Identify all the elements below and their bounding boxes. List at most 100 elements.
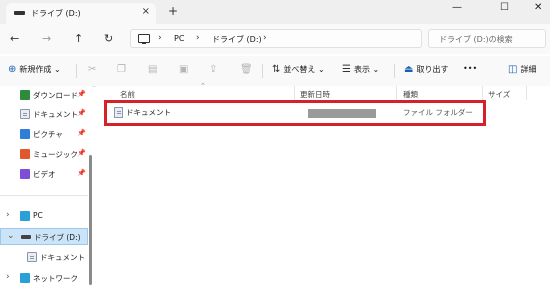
sort-caret-icon: ⌃ <box>200 82 206 90</box>
column-divider[interactable] <box>482 86 483 100</box>
pin-icon: 📌 <box>77 149 86 157</box>
documents-icon <box>20 109 30 119</box>
view-icon: ☰ <box>342 64 351 75</box>
plus-circle-icon: ⊕ <box>8 64 17 75</box>
back-button[interactable]: ← <box>10 32 19 45</box>
title-bar: ドライブ (D:) × + — ☐ ✕ <box>0 0 550 24</box>
tab-drive-d[interactable]: ドライブ (D:) × <box>6 3 156 24</box>
column-divider[interactable] <box>526 86 527 100</box>
chevron-right-icon[interactable]: › <box>6 210 10 220</box>
sort-label: 並べ替え <box>283 65 316 74</box>
details-button[interactable]: ◫ 詳細 <box>508 64 536 75</box>
divider <box>262 64 263 78</box>
view-label: 表示 <box>353 65 370 74</box>
column-modified[interactable]: 更新日時 <box>300 89 330 100</box>
tab-title: ドライブ (D:) <box>31 9 81 18</box>
sidebar-item-label: ピクチャ <box>33 130 63 139</box>
sidebar-item-drive-d[interactable]: ⌄ ドライブ (D:) <box>0 228 88 245</box>
eject-button[interactable]: ⏏ 取り出す <box>404 64 448 75</box>
download-icon <box>20 90 30 100</box>
chevron-down-icon[interactable]: ⌄ <box>7 231 15 241</box>
sidebar-item-pc[interactable]: › PC <box>0 208 88 225</box>
column-divider[interactable] <box>396 86 397 100</box>
pin-icon: 📌 <box>77 129 86 137</box>
breadcrumb-pc[interactable]: PC <box>174 34 184 43</box>
address-path[interactable]: › PC › ドライブ (D:) › <box>130 29 422 48</box>
sidebar-item-label: PC <box>33 211 43 220</box>
maximize-button[interactable]: ☐ <box>500 2 509 13</box>
search-input[interactable]: ドライブ (D:)の検索 <box>428 29 546 48</box>
chevron-right-icon[interactable]: › <box>6 272 10 282</box>
column-header-row: ⌃ 名前 更新日時 種類 サイズ <box>96 82 550 101</box>
new-label: 新規作成 <box>19 65 52 74</box>
tab-close-icon[interactable]: × <box>142 6 150 17</box>
new-button[interactable]: ⊕ 新規作成 ⌄ <box>8 64 61 75</box>
pin-icon: 📌 <box>77 90 86 98</box>
sidebar-item-drive-d-documents[interactable]: ドキュメント <box>0 249 88 266</box>
delete-icon[interactable]: 🗑 <box>240 64 253 75</box>
command-bar: ⊕ 新規作成 ⌄ ✂ ❐ ▤ ▣ ⇪ 🗑 ⇅ 並べ替え ⌄ ☰ 表示 ⌄ ⏏ 取り出す … <box>0 56 550 87</box>
eject-label: 取り出す <box>416 65 449 74</box>
folder-icon <box>27 252 37 262</box>
navigation-pane: ダウンロード 📌 ドキュメント 📌 ピクチャ 📌 ミュージック 📌 ビデオ 📌 … <box>0 86 92 289</box>
forward-button[interactable]: → <box>42 32 51 45</box>
sidebar-item-label: ネットワーク <box>33 274 78 283</box>
chevron-down-icon: ⌄ <box>53 65 61 74</box>
drive-icon <box>14 11 25 15</box>
sort-icon: ⇅ <box>272 64 281 75</box>
pin-icon: 📌 <box>77 109 86 117</box>
sidebar-item-label: ドキュメント <box>40 253 85 262</box>
column-type[interactable]: 種類 <box>403 89 418 100</box>
sidebar-item-network[interactable]: › ネットワーク <box>0 270 88 287</box>
network-icon <box>20 273 30 283</box>
details-pane-icon: ◫ <box>508 64 518 75</box>
details-label: 詳細 <box>520 65 537 74</box>
column-name[interactable]: 名前 <box>120 89 135 100</box>
share-icon[interactable]: ⇪ <box>209 64 217 75</box>
sidebar-scrollbar[interactable] <box>89 155 92 285</box>
sidebar-item-label: ダウンロード <box>33 91 78 100</box>
pictures-icon <box>20 129 30 139</box>
breadcrumb-chevron-icon[interactable]: › <box>263 33 267 43</box>
chevron-down-icon: ⌄ <box>317 65 325 74</box>
sort-button[interactable]: ⇅ 並べ替え ⌄ <box>272 64 325 75</box>
divider <box>0 195 88 196</box>
close-window-button[interactable]: ✕ <box>534 2 542 13</box>
column-size[interactable]: サイズ <box>488 89 510 100</box>
view-button[interactable]: ☰ 表示 ⌄ <box>342 64 379 75</box>
address-bar: ← → ↑ ↻ › PC › ドライブ (D:) › ドライブ (D:)の検索 <box>0 24 550 54</box>
minimize-button[interactable]: — <box>452 2 462 13</box>
rename-icon[interactable]: ▣ <box>179 64 188 75</box>
new-tab-button[interactable]: + <box>168 4 178 18</box>
breadcrumb-drive-d[interactable]: ドライブ (D:) <box>212 34 262 45</box>
sidebar-item-downloads[interactable]: ダウンロード 📌 <box>0 87 88 104</box>
up-button[interactable]: ↑ <box>74 32 83 45</box>
more-options-button[interactable]: ••• <box>463 64 477 73</box>
cut-icon[interactable]: ✂ <box>88 64 96 75</box>
pin-icon: 📌 <box>77 169 86 177</box>
column-divider[interactable] <box>294 86 295 100</box>
sidebar-item-videos[interactable]: ビデオ 📌 <box>0 166 88 183</box>
sidebar-item-label: ドキュメント <box>33 110 78 119</box>
highlight-box <box>104 100 486 126</box>
file-explorer-window: ドライブ (D:) × + — ☐ ✕ ← → ↑ ↻ › PC › ドライブ … <box>0 0 550 289</box>
paste-icon[interactable]: ▤ <box>148 64 157 75</box>
divider <box>76 64 77 78</box>
copy-icon[interactable]: ❐ <box>117 64 126 75</box>
sidebar-item-label: ミュージック <box>33 150 78 159</box>
sidebar-item-pictures[interactable]: ピクチャ 📌 <box>0 126 88 143</box>
music-icon <box>20 149 30 159</box>
breadcrumb-chevron-icon: › <box>196 33 200 43</box>
divider <box>394 64 395 78</box>
computer-icon <box>20 211 30 221</box>
breadcrumb-chevron-icon: › <box>158 33 162 43</box>
sidebar-item-music[interactable]: ミュージック 📌 <box>0 146 88 163</box>
search-placeholder: ドライブ (D:)の検索 <box>439 35 513 44</box>
sidebar-item-label: ビデオ <box>33 170 56 179</box>
sidebar-item-label: ドライブ (D:) <box>34 233 81 242</box>
chevron-down-icon: ⌄ <box>372 65 380 74</box>
computer-icon <box>138 34 150 44</box>
drive-icon <box>21 235 31 239</box>
refresh-button[interactable]: ↻ <box>104 32 113 45</box>
sidebar-item-documents[interactable]: ドキュメント 📌 <box>0 106 88 123</box>
